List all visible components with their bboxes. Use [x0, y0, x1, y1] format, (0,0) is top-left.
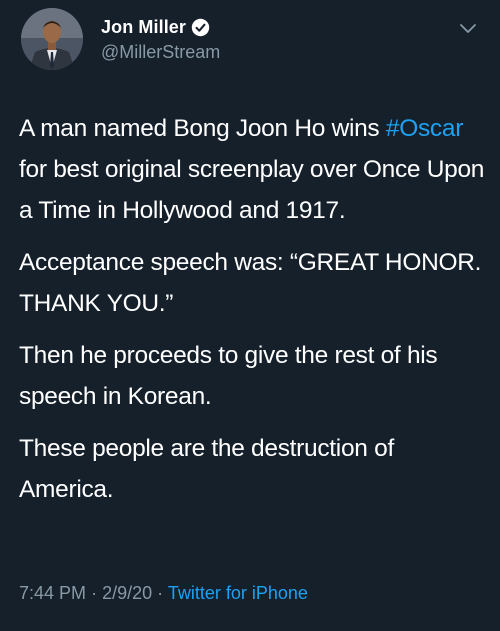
meta-separator: ·: [91, 583, 98, 603]
tweet-paragraph-2: Acceptance speech was: “GREAT HONOR. THA…: [19, 249, 482, 317]
tweet-meta: 7:44 PM · 2/9/20 · Twitter for iPhone: [19, 583, 308, 604]
meta-separator: ·: [157, 583, 164, 603]
tweet-text-segment: A man named Bong Joon Ho wins: [19, 115, 386, 142]
tweet-header: Jon Miller @MillerStream: [101, 15, 220, 63]
avatar[interactable]: [21, 8, 83, 70]
user-handle[interactable]: @MillerStream: [101, 42, 220, 63]
tweet-date[interactable]: 2/9/20: [102, 583, 152, 603]
tweet-paragraph-1: A man named Bong Joon Ho wins #Oscar for…: [19, 108, 489, 231]
name-row: Jon Miller: [101, 15, 220, 39]
display-name[interactable]: Jon Miller: [101, 17, 186, 38]
chevron-down-icon[interactable]: [458, 22, 478, 36]
tweet: Jon Miller @MillerStream A man named Bon…: [0, 0, 500, 631]
avatar-image: [21, 8, 83, 70]
tweet-text: A man named Bong Joon Ho wins #Oscar for…: [19, 108, 489, 521]
tweet-paragraph-4: These people are the destruction of Amer…: [19, 435, 394, 503]
hashtag-link[interactable]: #Oscar: [386, 115, 463, 142]
tweet-source-link[interactable]: Twitter for iPhone: [168, 583, 308, 603]
tweet-time[interactable]: 7:44 PM: [19, 583, 86, 603]
tweet-paragraph-3: Then he proceeds to give the rest of his…: [19, 342, 438, 410]
tweet-text-segment: for best original screenplay over Once U…: [19, 156, 485, 224]
verified-badge-icon: [191, 18, 210, 36]
